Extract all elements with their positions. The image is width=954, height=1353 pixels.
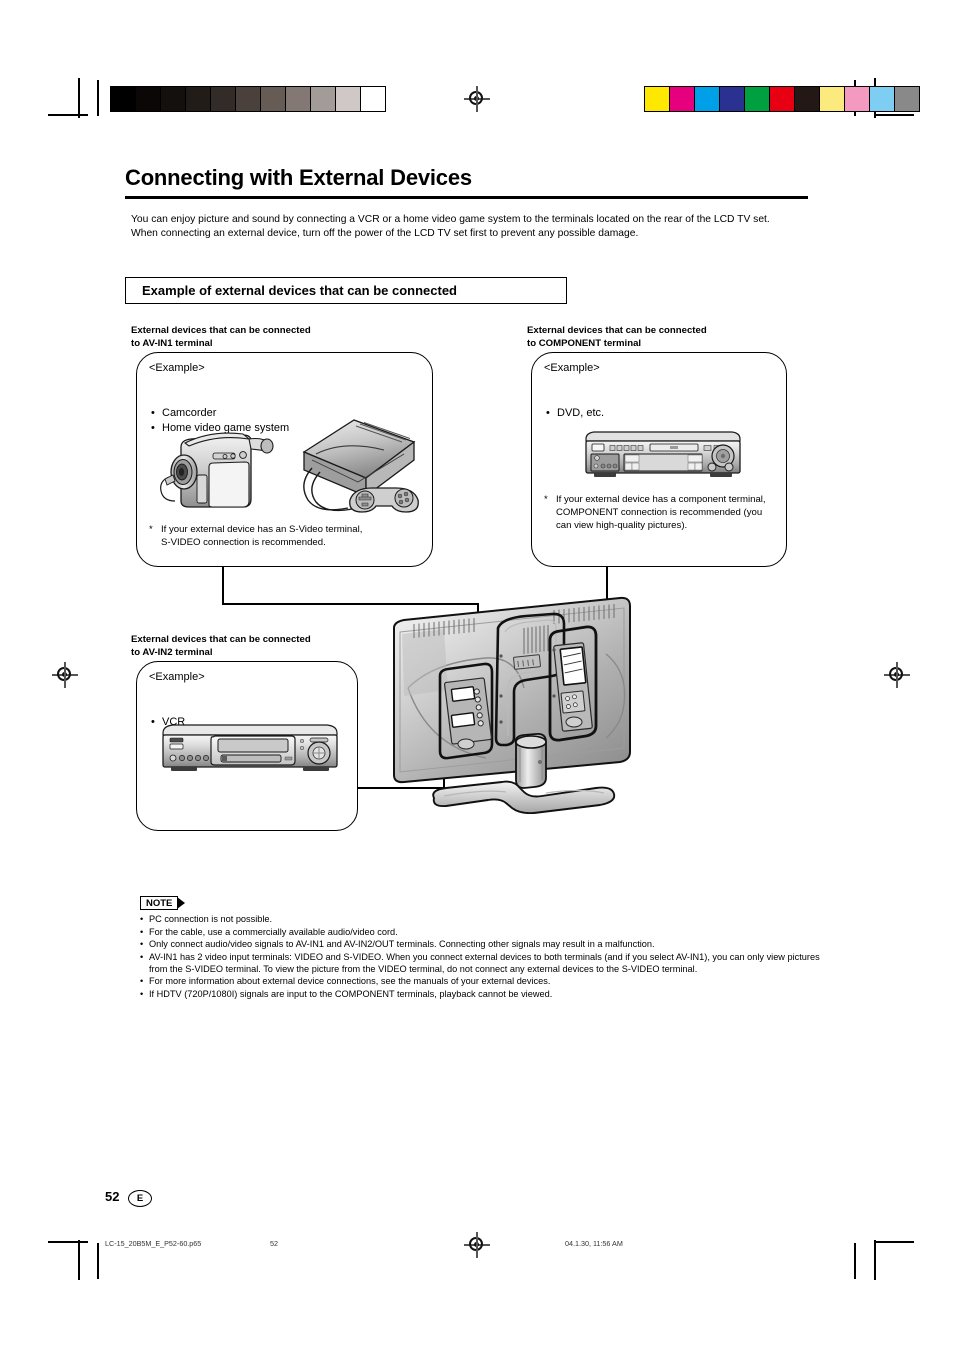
leader-line-av-in1-vertical	[222, 567, 224, 604]
note-bullet-icon: •	[140, 976, 144, 987]
note-bullet-icon: •	[140, 951, 144, 962]
note-item-text: If HDTV (720P/1080I) signals are input t…	[149, 989, 553, 1000]
calibration-swatch	[361, 87, 385, 111]
crop-mark-top-left-bar	[97, 80, 99, 116]
calibration-swatch	[261, 87, 286, 111]
calibration-swatch	[895, 87, 919, 111]
av-in2-callout: <Example> • VCR	[136, 661, 358, 831]
note-item: • For the cable, use a commercially avail…	[140, 926, 840, 938]
calibration-swatch	[670, 87, 695, 111]
calibration-swatch	[111, 87, 136, 111]
component-example-label: <Example>	[544, 362, 600, 374]
crop-mark-top-left-v	[78, 78, 80, 118]
note-item: • AV-IN1 has 2 video input terminals: VID…	[140, 951, 840, 975]
calibration-swatch	[770, 87, 795, 111]
crop-mark-top-right-h	[874, 114, 914, 116]
crop-mark-bottom-right-bar	[854, 1243, 856, 1279]
calibration-swatch	[236, 87, 261, 111]
registration-mark-left	[52, 662, 78, 688]
note-item-text: For the cable, use a commercially availa…	[149, 926, 398, 937]
section-heading: Example of external devices that can be …	[125, 277, 567, 304]
calibration-swatch	[720, 87, 745, 111]
av-in2-example-label: <Example>	[149, 671, 205, 683]
calibration-swatch	[136, 87, 161, 111]
note-bullet-icon: •	[140, 989, 144, 1000]
grayscale-calibration-bar	[110, 86, 386, 112]
title-underline	[125, 196, 808, 199]
calibration-swatch	[161, 87, 186, 111]
av-in1-footnote: * If your external device has an S-Video…	[149, 523, 421, 549]
section-heading-label: Example of external devices that can be …	[142, 283, 458, 298]
language-code-badge: E	[128, 1190, 152, 1207]
av-in2-caption: External devices that can be connected t…	[131, 634, 311, 658]
calibration-swatch	[211, 87, 236, 111]
print-timestamp: 04.1.30, 11:56 AM	[565, 1239, 623, 1248]
av-in1-callout: <Example> • Camcorder • Home video game sy…	[136, 352, 433, 567]
page-title: Connecting with External Devices	[125, 165, 472, 190]
note-bullet-icon: •	[140, 939, 144, 950]
note-item-text: Only connect audio/video signals to AV-I…	[149, 939, 655, 950]
av-in1-footnote-text: If your external device has an S-Video t…	[161, 524, 363, 548]
note-item: • Only connect audio/video signals to AV-…	[140, 938, 840, 950]
av-in1-caption: External devices that can be connected t…	[131, 325, 311, 349]
crop-mark-bottom-right-h	[874, 1241, 914, 1243]
crop-mark-bottom-left-v	[78, 1240, 80, 1280]
print-file-name: LC-15_20B5M_E_P52-60.p65	[105, 1239, 202, 1248]
color-calibration-bar	[644, 86, 920, 112]
component-footnote-text: If your external device has a component …	[556, 494, 766, 531]
camcorder-illustration	[151, 415, 281, 520]
calibration-swatch	[870, 87, 895, 111]
calibration-swatch	[795, 87, 820, 111]
note-item-text: AV-IN1 has 2 video input terminals: VIDE…	[149, 951, 820, 974]
calibration-swatch	[286, 87, 311, 111]
note-item: • If HDTV (720P/1080I) signals are input …	[140, 988, 840, 1000]
crop-mark-bottom-left-h	[48, 1241, 88, 1243]
component-item-0-label: DVD, etc.	[557, 407, 605, 419]
note-badge-label: NOTE	[146, 897, 173, 909]
lcd-tv-rear-illustration	[374, 592, 652, 814]
crop-mark-top-left-h	[48, 114, 88, 116]
registration-mark-bottom	[464, 1232, 490, 1258]
component-footnote-marker: *	[544, 494, 548, 505]
game-console-illustration	[292, 408, 427, 520]
intro-paragraph: You can enjoy picture and sound by conne…	[131, 214, 770, 239]
component-callout: <Example> • DVD, etc. * If your external…	[531, 352, 787, 567]
vcr-illustration	[155, 717, 345, 779]
crop-mark-bottom-right-v	[874, 1240, 876, 1280]
registration-mark-top	[464, 86, 490, 112]
note-item: • PC connection is not possible.	[140, 913, 840, 925]
language-code-label: E	[136, 1193, 144, 1204]
note-item-text: PC connection is not possible.	[149, 914, 273, 924]
calibration-swatch	[845, 87, 870, 111]
component-caption: External devices that can be connected t…	[527, 325, 707, 349]
page-number: 52	[105, 1189, 120, 1204]
av-in1-footnote-marker: *	[149, 524, 153, 535]
calibration-swatch	[820, 87, 845, 111]
crop-mark-bottom-left-bar	[97, 1243, 99, 1279]
note-list: • PC connection is not possible. • For the …	[140, 913, 840, 1001]
note-bullet-icon: •	[140, 914, 144, 924]
note-badge: NOTE	[140, 896, 179, 910]
calibration-swatch	[695, 87, 720, 111]
av-in1-example-label: <Example>	[149, 362, 205, 374]
note-arrow-icon	[177, 897, 185, 909]
registration-mark-right	[884, 662, 910, 688]
calibration-swatch	[745, 87, 770, 111]
note-item-text: For more information about external devi…	[149, 976, 551, 987]
note-bullet-icon: •	[140, 926, 144, 937]
calibration-swatch	[645, 87, 670, 111]
calibration-swatch	[336, 87, 361, 111]
note-item: • For more information about external dev…	[140, 975, 840, 987]
component-footnote: * If your external device has a componen…	[544, 493, 780, 532]
calibration-swatch	[311, 87, 336, 111]
dvd-player-illustration	[580, 425, 748, 483]
print-page-number: 52	[270, 1239, 278, 1248]
calibration-swatch	[186, 87, 211, 111]
